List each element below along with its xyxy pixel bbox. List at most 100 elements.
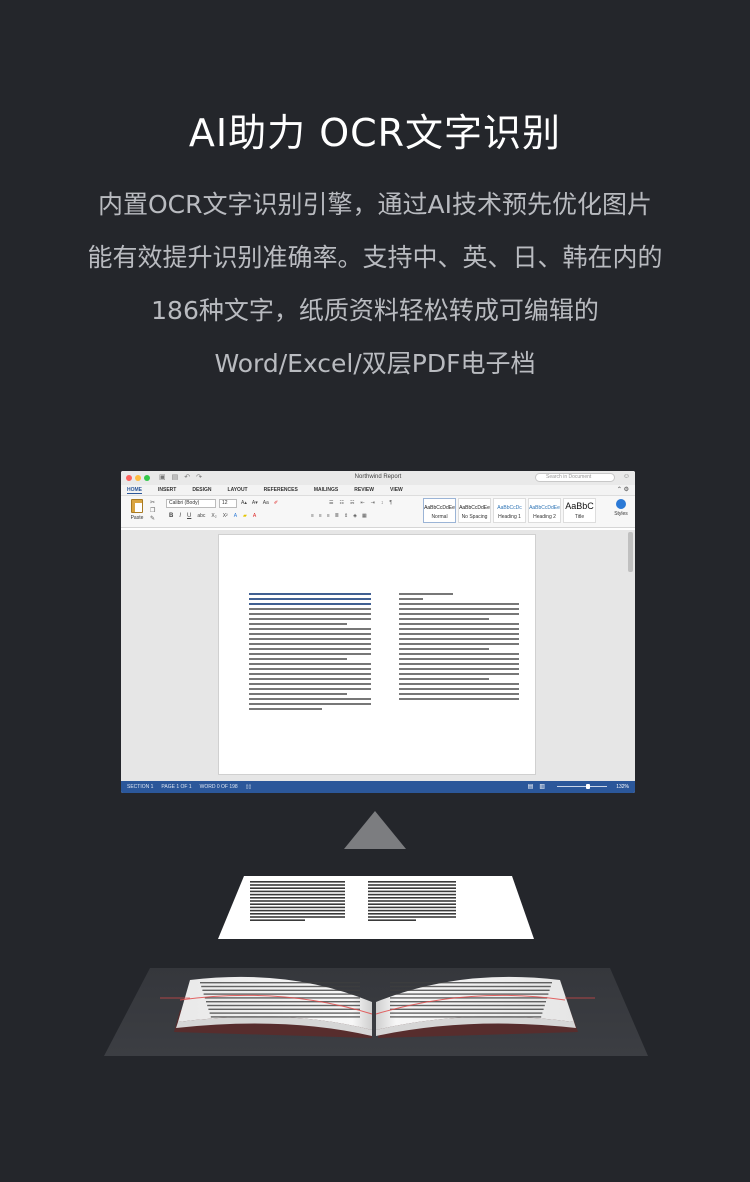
bold-icon[interactable]: B [169,513,173,519]
user-icon[interactable]: ☺ [623,473,630,480]
highlight-icon[interactable]: ▰ [243,513,247,519]
book-text-line [390,1016,542,1018]
book-text-line [202,989,360,991]
font-size-select[interactable]: 12 [219,499,237,508]
justify-icon[interactable]: ≣ [335,513,339,519]
show-marks-icon[interactable]: ¶ [389,500,392,506]
tab-home[interactable]: HOME [127,487,142,494]
style-heading-1[interactable]: AaBbCcDc Heading 1 [493,498,526,523]
tab-insert[interactable]: INSERT [158,487,176,493]
bullets-icon[interactable]: ☰ [329,500,333,506]
ribbon-collapse-icon[interactable]: ⌃ ⚙ [617,486,629,493]
tab-view[interactable]: VIEW [390,487,403,493]
strikethrough-icon[interactable]: abc [197,513,205,519]
style-normal[interactable]: AaBbCcDdEe Normal [423,498,456,523]
text-line [249,703,371,705]
style-no-spacing[interactable]: AaBbCcDdEe No Spacing [458,498,491,523]
sheet-text-line [368,909,456,912]
text-line [249,608,371,610]
italic-icon[interactable]: I [179,513,181,519]
clear-format-icon[interactable]: ✐ [274,500,278,506]
scanned-sheet [0,873,750,941]
scanned-sheet-illustration [218,876,534,939]
underline-icon[interactable]: U [187,513,191,519]
tab-review[interactable]: REVIEW [354,487,374,493]
tab-references[interactable]: REFERENCES [264,487,298,493]
align-right-icon[interactable]: ≡ [327,513,330,519]
text-effects-icon[interactable]: A [234,513,237,519]
proofing-icon[interactable]: ▯▯ [246,784,252,790]
style-heading-2[interactable]: AaBbCcDdEe Heading 2 [528,498,561,523]
text-line [399,698,519,700]
text-line [249,678,371,680]
align-left-icon[interactable]: ≡ [311,513,314,519]
sheet-text-line [250,887,345,889]
sheet-text-line [368,903,456,905]
book-text-line [390,989,550,991]
text-line [249,653,371,655]
up-arrow-icon [344,811,406,849]
print-layout-icon[interactable]: ▤ [528,783,534,790]
subscript-icon[interactable]: X₂ [211,513,216,519]
style-title[interactable]: AaBbC Title [563,498,596,523]
style-sample: AaBbCcDdEe [424,505,455,511]
format-painter-icon[interactable]: ✎ [150,515,155,523]
window-titlebar: ▣ ▤ ↶ ↷ Northwind Report ⌕ Search in Doc… [121,471,635,485]
text-line [249,598,371,600]
copy-icon[interactable]: ❐ [150,507,155,515]
tab-mailings[interactable]: MAILINGS [314,487,338,493]
shrink-font-icon[interactable]: A▾ [252,500,258,506]
vertical-scrollbar[interactable] [628,532,633,572]
sheet-text-line [368,893,456,896]
multilevel-list-icon[interactable]: ☵ [350,500,354,506]
sheet-text-line [250,916,345,918]
grow-font-icon[interactable]: A▴ [241,500,247,506]
book-text-line [201,985,360,988]
sheet-text-line [368,890,456,893]
style-label: Normal [431,514,448,520]
status-page: PAGE 1 OF 1 [161,784,192,790]
book-illustration [0,960,750,1060]
sheet-text-line [368,897,456,899]
font-name-select[interactable]: Calibri (Body) [166,499,216,508]
sheet-text-line [250,893,345,896]
text-line [249,628,371,630]
text-line [399,678,489,680]
clipboard-icon [131,499,143,513]
increase-indent-icon[interactable]: ⇥ [371,500,375,506]
change-case-icon[interactable]: Aa [263,500,269,506]
zoom-slider-thumb[interactable] [586,784,590,789]
paste-label: Paste [130,515,144,521]
sheet-text-line [250,906,345,909]
document-page[interactable] [218,534,536,775]
font-color-icon[interactable]: A [253,513,256,519]
style-sample: AaBbCcDdEe [529,505,560,511]
book-text-line [390,997,548,999]
styles-button-label: Styles [614,511,628,517]
cut-icon[interactable]: ✂ [150,499,155,507]
numbering-icon[interactable]: ☷ [339,500,343,506]
sheet-text-line [250,884,345,886]
zoom-slider[interactable] [557,786,607,787]
status-section: SECTION 1 [127,784,154,790]
borders-icon[interactable]: ▦ [362,513,367,519]
search-input[interactable]: Search in Document [535,473,615,482]
sheet-text-line [368,913,456,915]
styles-pane-button[interactable]: Styles [612,499,630,517]
superscript-icon[interactable]: X² [223,513,228,519]
line-spacing-icon[interactable]: ⇕ [344,513,348,519]
web-layout-icon[interactable]: ▥ [539,783,545,790]
paste-button[interactable]: Paste [127,499,147,521]
status-words: WORD 0 OF 198 [199,784,238,790]
sort-icon[interactable]: ↕ [381,500,384,506]
shading-icon[interactable]: ◈ [353,513,357,519]
text-line [249,708,323,710]
clipboard-tools: ✂ ❐ ✎ [150,499,155,523]
document-area [121,530,635,781]
book-text-line [204,997,360,999]
tab-design[interactable]: DESIGN [192,487,211,493]
decrease-indent-icon[interactable]: ⇤ [360,500,364,506]
book-text-line [206,1001,360,1003]
tab-layout[interactable]: LAYOUT [228,487,248,493]
align-center-icon[interactable]: ≡ [319,513,322,519]
